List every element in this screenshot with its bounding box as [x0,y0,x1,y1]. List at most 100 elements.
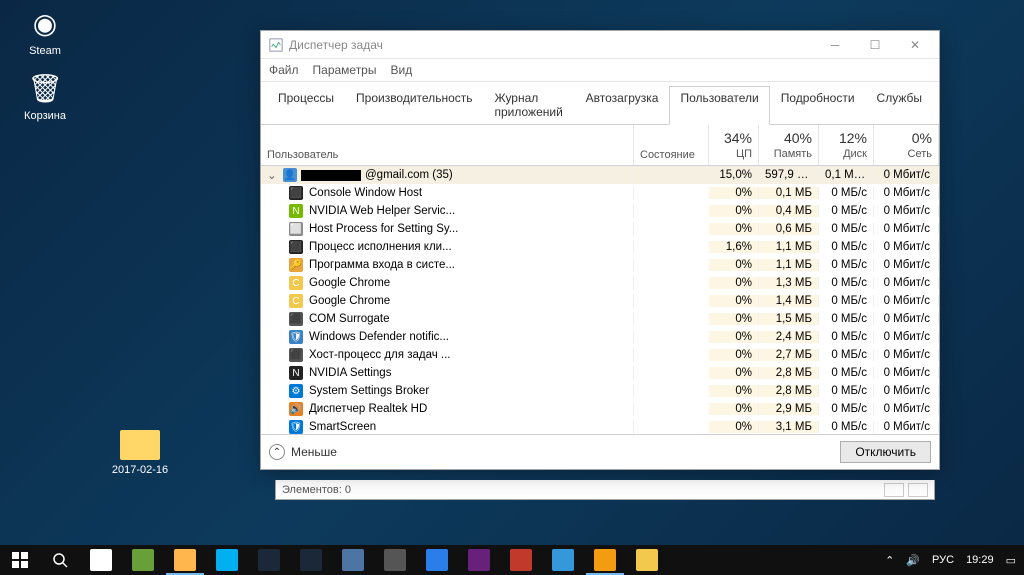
tabs: ПроцессыПроизводительностьЖурнал приложе… [261,82,939,125]
taskbar-app-vk[interactable] [332,545,374,575]
process-icon: ⬛ [289,312,303,326]
desktop-icon-steam[interactable]: ◉ Steam [10,5,80,57]
process-name: Программа входа в систе... [309,259,455,271]
process-icon: 🛡 [289,420,303,434]
process-name: Windows Defender notific... [309,331,449,343]
tab-0[interactable]: Процессы [267,86,345,124]
app-icon [216,549,238,571]
fewer-details-button[interactable]: ⌃ Меньше [269,444,337,460]
taskbar-app-app-11[interactable] [500,545,542,575]
process-row[interactable]: CGoogle Chrome0%1,4 МБ0 МБ/с0 Мбит/с [261,292,939,310]
process-name: NVIDIA Web Helper Servic... [309,205,455,217]
menu-file[interactable]: Файл [269,63,299,77]
taskbar-app-task-manager[interactable] [584,545,626,575]
close-button[interactable]: ✕ [895,32,935,58]
process-row[interactable]: 🛡Windows Defender notific...0%2,4 МБ0 МБ… [261,328,939,346]
user-row[interactable]: ⌄👤@gmail.com (35)15,0%597,9 МБ0,1 МБ/с0 … [261,166,939,184]
process-icon: ⬜ [289,222,303,236]
menu-view[interactable]: Вид [390,63,412,77]
redacted-username [301,170,361,181]
tab-3[interactable]: Автозагрузка [575,86,670,124]
taskbar-app-chrome[interactable] [626,545,668,575]
view-button-1[interactable] [884,483,904,497]
process-row[interactable]: ⚙System Settings Broker0%2,8 МБ0 МБ/с0 М… [261,382,939,400]
tab-1[interactable]: Производительность [345,86,483,124]
tray-chevron-icon[interactable]: ⌃ [885,554,894,567]
desktop-icon-trash[interactable]: 🗑 Корзина [10,70,80,122]
maximize-button[interactable]: ☐ [855,32,895,58]
disconnect-button[interactable]: Отключить [840,441,931,463]
menu-options[interactable]: Параметры [313,63,377,77]
app-icon [426,549,448,571]
taskbar-app-steam-2[interactable] [290,545,332,575]
col-cpu-header[interactable]: 34%ЦП [709,125,759,165]
taskbar-app-visual-studio[interactable] [458,545,500,575]
app-icon [174,549,196,571]
process-row[interactable]: ⬛Процесс исполнения кли...1,6%1,1 МБ0 МБ… [261,238,939,256]
tab-2[interactable]: Журнал приложений [484,86,575,124]
process-name: Host Process for Setting Sy... [309,223,458,235]
app-icon [636,549,658,571]
taskbar-app-taskview-icon[interactable] [80,545,122,575]
process-row[interactable]: CGoogle Chrome0%1,3 МБ0 МБ/с0 Мбит/с [261,274,939,292]
process-row[interactable]: 🛡SmartScreen0%3,1 МБ0 МБ/с0 Мбит/с [261,418,939,434]
tab-5[interactable]: Подробности [770,86,866,124]
process-icon: C [289,276,303,290]
tab-4[interactable]: Пользователи [669,86,769,125]
app-icon [594,549,616,571]
process-row[interactable]: ⬛Console Window Host0%0,1 МБ0 МБ/с0 Мбит… [261,184,939,202]
table-header: Пользователь Состояние 34%ЦП 40%Память 1… [261,125,939,166]
process-name: Диспетчер Realtek HD [309,403,427,415]
app-icon [258,549,280,571]
process-row[interactable]: NNVIDIA Settings0%2,8 МБ0 МБ/с0 Мбит/с [261,364,939,382]
process-name: Процесс исполнения кли... [309,241,452,253]
process-row[interactable]: NNVIDIA Web Helper Servic...0%0,4 МБ0 МБ… [261,202,939,220]
process-name: Console Window Host [309,187,422,199]
process-row[interactable]: 🔑Программа входа в систе...0%1,1 МБ0 МБ/… [261,256,939,274]
taskbar-app-app-8[interactable] [374,545,416,575]
start-button[interactable] [0,545,40,575]
app-icon [132,549,154,571]
taskbar-app-explorer[interactable] [164,545,206,575]
col-user-header[interactable]: Пользователь [261,125,634,165]
taskbar-app-app-9[interactable] [416,545,458,575]
taskbar-app-steam-1[interactable] [248,545,290,575]
chevron-down-icon[interactable]: ⌄ [267,168,279,182]
col-state-header[interactable]: Состояние [634,125,709,165]
process-row[interactable]: ⬛Хост-процесс для задач ...0%2,7 МБ0 МБ/… [261,346,939,364]
taskbar-app-app-12[interactable] [542,545,584,575]
taskbar-app-skype[interactable] [206,545,248,575]
process-icon: ⚙ [289,384,303,398]
process-name: Хост-процесс для задач ... [309,349,451,361]
col-net-header[interactable]: 0%Сеть [874,125,939,165]
minimize-button[interactable]: ─ [815,32,855,58]
taskmgr-icon [269,38,283,52]
desktop-icon-folder[interactable]: 2017-02-16 [105,430,175,476]
steam-icon: ◉ [27,5,63,41]
col-disk-header[interactable]: 12%Диск [819,125,874,165]
folder-label: 2017-02-16 [105,464,175,476]
view-button-2[interactable] [908,483,928,497]
tray-language[interactable]: РУС [932,554,954,566]
taskbar-app-unknown-app[interactable] [122,545,164,575]
process-icon: ⬛ [289,348,303,362]
col-mem-header[interactable]: 40%Память [759,125,819,165]
process-icon: 🔑 [289,258,303,272]
menubar: Файл Параметры Вид [261,59,939,82]
table-body[interactable]: ⌄👤@gmail.com (35)15,0%597,9 МБ0,1 МБ/с0 … [261,166,939,434]
process-row[interactable]: ⬜Host Process for Setting Sy...0%0,6 МБ0… [261,220,939,238]
titlebar[interactable]: Диспетчер задач ─ ☐ ✕ [261,31,939,59]
search-button[interactable] [40,545,80,575]
tray-notifications-icon[interactable]: ▭ [1006,554,1016,567]
process-row[interactable]: ⬛COM Surrogate0%1,5 МБ0 МБ/с0 Мбит/с [261,310,939,328]
process-row[interactable]: 🔊Диспетчер Realtek HD0%2,9 МБ0 МБ/с0 Мби… [261,400,939,418]
app-icon [90,549,112,571]
process-name: SmartScreen [309,421,376,433]
process-name: COM Surrogate [309,313,390,325]
tab-6[interactable]: Службы [866,86,933,124]
background-window-statusbar: Элементов: 0 [275,480,935,500]
tray-clock[interactable]: 19:29 [966,554,994,566]
tray-volume-icon[interactable]: 🔊 [906,554,920,567]
app-icon [468,549,490,571]
task-manager-window: Диспетчер задач ─ ☐ ✕ Файл Параметры Вид… [260,30,940,470]
